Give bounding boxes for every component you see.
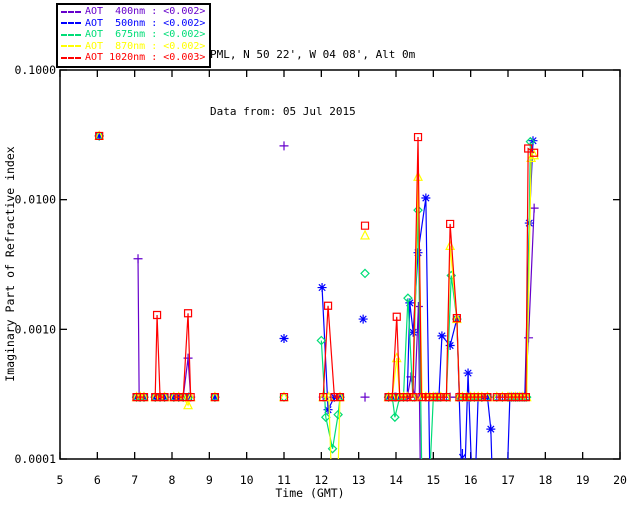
legend-label: AOT 870nm : <0.002> [85,40,206,52]
series-markers-aot-1020nm [360,221,370,230]
y-tick-label: 0.0001 [14,452,56,466]
series-line-aot-1020nm [388,137,488,398]
x-tick-label: 19 [576,473,590,487]
x-tick-label: 10 [240,473,254,487]
series-line-aot-400nm [137,258,144,398]
station-header: PML, N 50 22', W 04 08', Alt 0m Data fro… [210,7,415,159]
series-line-aot-1020nm [322,305,340,398]
series-line-aot-870nm [496,154,535,398]
legend-label: AOT 675nm : <0.002> [85,29,206,41]
x-tick-label: 12 [314,473,328,487]
series-markers-aot-500nm [384,193,431,402]
series-line-aot-400nm [173,358,192,398]
x-tick-label: 6 [94,473,101,487]
series-markers-aot-400nm [133,254,149,402]
y-tick-label: 0.0010 [14,322,56,336]
legend-line-sample [61,33,81,36]
x-tick-label: 16 [464,473,478,487]
legend-line-sample [61,45,81,48]
series-markers-aot-400nm [360,392,370,402]
series-markers-aot-675nm [360,268,370,279]
series-aot-400nm [94,131,539,459]
x-tick-label: 13 [352,473,366,487]
x-tick-label: 20 [613,473,627,487]
series-aot-870nm [94,130,540,459]
data-date: Data from: 05 Jul 2015 [210,105,356,118]
x-tick-label: 7 [131,473,138,487]
x-tick-label: 15 [426,473,440,487]
legend-line-sample [61,10,81,13]
legend-label: AOT 500nm : <0.002> [85,17,206,29]
series-markers-aot-675nm [383,205,493,423]
series-markers-aot-1020nm [384,132,492,402]
x-tick-label: 9 [206,473,213,487]
series-aot-500nm [94,131,538,459]
series-markers-aot-500nm [505,136,538,402]
series-aot-1020nm [95,131,539,402]
series-markers-aot-870nm [360,229,370,240]
x-tick-label: 18 [538,473,552,487]
legend-entry-aot-1020nm: AOT 1020nm : <0.003> [61,52,205,64]
x-tick-label: 14 [389,473,403,487]
series-line-aot-870nm [388,176,488,398]
x-tick-label: 17 [501,473,515,487]
aot-refractive-index-chart: 5 6 7 8 9 10 11 12 13 14 15 16 17 18 19 20 0.1000 0.0100 0… [0,0,640,512]
legend-entry-aot-: AOT 500nm : <0.002> [61,18,205,30]
legend-label: AOT 400nm : <0.002> [85,6,206,18]
series-markers-aot-500nm [358,314,368,324]
legend-label: AOT 1020nm : <0.003> [85,52,206,64]
y-tick-label: 0.0100 [14,193,56,207]
series-layer [94,130,540,459]
series-markers-aot-870nm [383,170,493,402]
series-line-aot-1020nm [154,314,165,398]
legend-entry-aot-: AOT 870nm : <0.002> [61,41,205,53]
legend-entry-aot-: AOT 675nm : <0.002> [61,29,205,41]
legend-line-sample [61,22,81,25]
x-tick-label: 8 [169,473,176,487]
legend-line-sample [61,56,81,59]
series-markers-aot-500nm [279,333,289,343]
legend-entry-aot-: AOT 400nm : <0.002> [61,6,205,18]
y-axis-label: Imaginary Part of Refractive index [3,146,17,381]
legend-box: AOT 400nm : <0.002> AOT 500nm : <0.002> AO… [56,3,212,68]
x-tick-label: 11 [277,473,291,487]
x-axis-label: Time (GMT) [275,486,344,500]
x-tick-label: 5 [57,473,64,487]
station-info: PML, N 50 22', W 04 08', Alt 0m [210,48,416,61]
series-line-aot-675nm [388,210,488,459]
series-markers-aot-400nm [492,203,539,402]
y-tick-label: 0.1000 [14,63,56,77]
